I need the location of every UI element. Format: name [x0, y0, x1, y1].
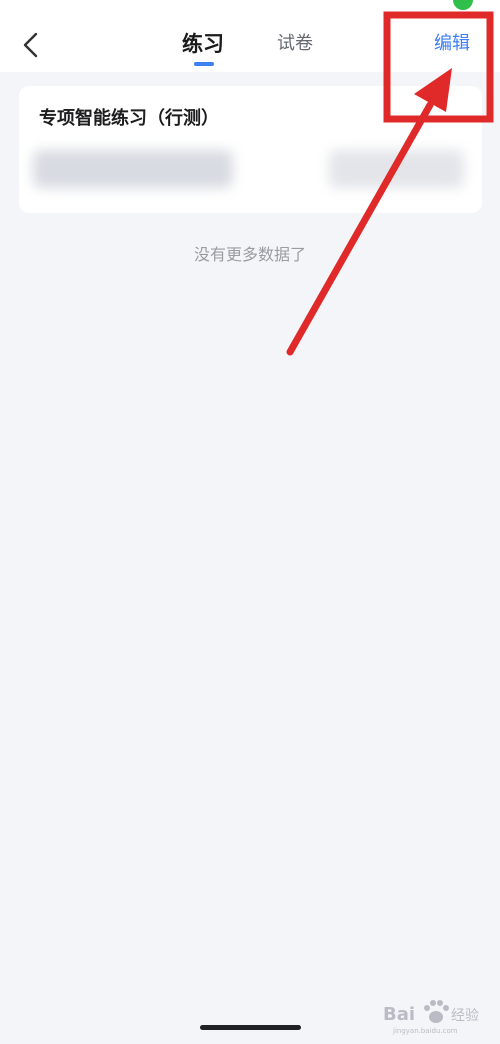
practice-card[interactable]: 专项智能练习（行测）	[19, 86, 482, 213]
home-indicator[interactable]	[200, 1025, 301, 1030]
active-tab-indicator	[194, 62, 214, 66]
baidu-paw-logo: Bai 经验 jingyan.baidu.com	[383, 1000, 479, 1035]
blurred-content-left	[33, 150, 233, 188]
tab-practice[interactable]: 练习	[182, 30, 224, 58]
top-nav-bar: 练习 试卷 编辑	[0, 0, 500, 72]
svg-text:jingyan.baidu.com: jingyan.baidu.com	[392, 1027, 458, 1035]
status-indicator-dot	[453, 0, 473, 10]
svg-text:经验: 经验	[451, 1008, 479, 1024]
svg-text:Bai: Bai	[383, 1004, 415, 1025]
blurred-content-right	[329, 150, 464, 188]
tab-exam[interactable]: 试卷	[277, 30, 313, 58]
edit-button[interactable]: 编辑	[434, 31, 470, 57]
no-more-data-text: 没有更多数据了	[193, 245, 306, 264]
card-title: 专项智能练习（行测）	[39, 108, 219, 129]
chevron-left-icon[interactable]	[14, 28, 48, 62]
